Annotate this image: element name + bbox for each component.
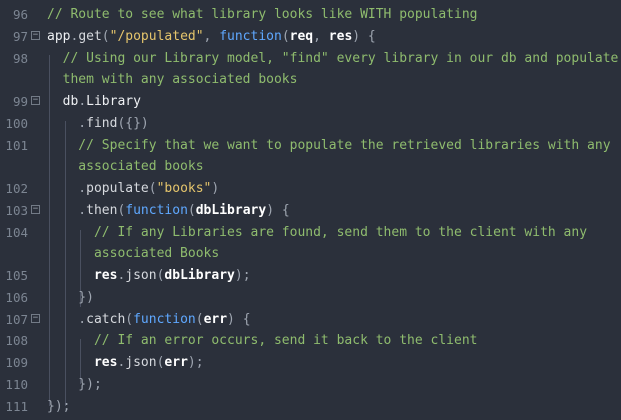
line-number: 108 — [5, 333, 28, 349]
line-number: 109 — [5, 355, 28, 370]
fold-minus-icon[interactable]: − — [31, 30, 40, 40]
code-text: db.Library — [47, 91, 141, 113]
code-token: . — [47, 115, 87, 131]
code-token: json — [125, 355, 157, 370]
code-token: }); — [47, 376, 102, 392]
code-token: // Using our Library model, "find" every… — [47, 50, 619, 66]
line-number: 97 — [12, 28, 28, 44]
code-editor[interactable]: 96 // Route to see what library looks lik… — [0, 0, 621, 420]
fold-minus-icon[interactable]: − — [31, 204, 40, 214]
code-token: err — [164, 355, 188, 370]
code-token: "/populated" — [109, 28, 204, 44]
code-token: ( — [195, 311, 204, 327]
code-token: find — [86, 115, 118, 131]
code-token: ( — [187, 202, 196, 218]
code-token: db — [47, 94, 79, 109]
code-token: app — [47, 28, 71, 44]
line-number: 104 — [5, 224, 28, 240]
code-token: }) — [47, 289, 94, 305]
code-text: }) — [47, 287, 94, 309]
code-token: function — [125, 202, 188, 218]
code-token: res — [47, 268, 118, 283]
code-token: . — [47, 202, 87, 218]
code-token: then — [86, 202, 118, 218]
line-number: 107 — [5, 311, 28, 327]
line-number: 100 — [5, 115, 28, 131]
code-text: .populate("books") — [47, 178, 219, 200]
line-number: 103 — [5, 202, 28, 218]
line-number: 110 — [5, 376, 28, 392]
code-token: dbLibrary — [164, 268, 235, 283]
code-text: // If any Libraries are found, send them… — [47, 222, 587, 244]
code-text: res.json(dbLibrary); — [47, 265, 251, 287]
code-token: . — [47, 181, 87, 196]
code-token: function — [219, 28, 282, 44]
code-token: "books" — [156, 181, 212, 196]
code-token: // Specify that we want to populate the … — [47, 137, 611, 153]
code-token: ( — [148, 181, 157, 196]
line-number: 101 — [5, 137, 28, 153]
code-text: .find({}) — [47, 113, 149, 135]
code-token: ( — [125, 311, 134, 327]
line-number: 96 — [12, 7, 28, 22]
code-token: dbLibrary — [195, 202, 267, 218]
code-token: // If an error occurs, send it back to t… — [47, 333, 478, 349]
code-token: res — [328, 28, 353, 44]
code-token: populate — [86, 181, 149, 196]
code-text: them with any associated books — [47, 69, 298, 91]
code-token: them with any associated books — [47, 72, 298, 88]
code-token: ({}) — [117, 115, 149, 131]
code-token: // Route to see what library looks like … — [47, 7, 478, 22]
code-token: }); — [47, 398, 71, 414]
code-text: associated Books — [47, 243, 219, 265]
code-token: ); — [187, 355, 204, 370]
code-token: err — [203, 311, 228, 327]
code-token: , — [313, 28, 329, 44]
line-number: 106 — [5, 289, 28, 305]
code-text: .then(function(dbLibrary) { — [47, 200, 290, 222]
fold-minus-icon[interactable]: − — [31, 313, 40, 323]
code-token: ( — [101, 28, 110, 44]
code-token: function — [133, 311, 196, 327]
code-token: . — [78, 94, 87, 109]
line-number: 102 — [5, 181, 28, 196]
code-token: ) { — [266, 202, 290, 218]
code-token: ( — [281, 28, 290, 44]
code-token: catch — [86, 311, 126, 327]
code-token: ) { — [227, 311, 251, 327]
code-text: // If an error occurs, send it back to t… — [47, 330, 478, 352]
code-token: associated Books — [47, 246, 220, 262]
code-text: .catch(function(err) { — [47, 309, 251, 331]
code-token: ); — [234, 268, 251, 283]
code-token: ) { — [352, 28, 376, 44]
fold-minus-icon[interactable]: − — [31, 96, 40, 105]
code-text: app.get("/populated", function(req, res)… — [47, 26, 376, 48]
code-token: ) — [211, 181, 220, 196]
line-number: 105 — [5, 268, 28, 283]
code-text: res.json(err); — [47, 352, 204, 374]
code-text: associated books — [47, 156, 204, 178]
code-text: // Route to see what library looks like … — [47, 4, 477, 26]
code-token: res — [47, 355, 118, 370]
code-token: . — [47, 311, 87, 327]
code-token: Library — [86, 94, 141, 109]
code-token: // If any Libraries are found, send them… — [47, 224, 588, 240]
line-number: 111 — [5, 398, 28, 414]
code-text: }); — [47, 374, 102, 396]
code-token: req — [289, 28, 314, 44]
code-token: , — [203, 28, 220, 44]
line-number: 98 — [12, 50, 28, 66]
code-token: get — [78, 28, 102, 44]
code-token: json — [125, 268, 157, 283]
code-text: }); — [47, 396, 70, 418]
code-token: associated books — [47, 159, 204, 175]
code-text: // Specify that we want to populate the … — [47, 135, 611, 157]
code-text: // Using our Library model, "find" every… — [47, 48, 619, 70]
line-number: 99 — [12, 94, 28, 109]
